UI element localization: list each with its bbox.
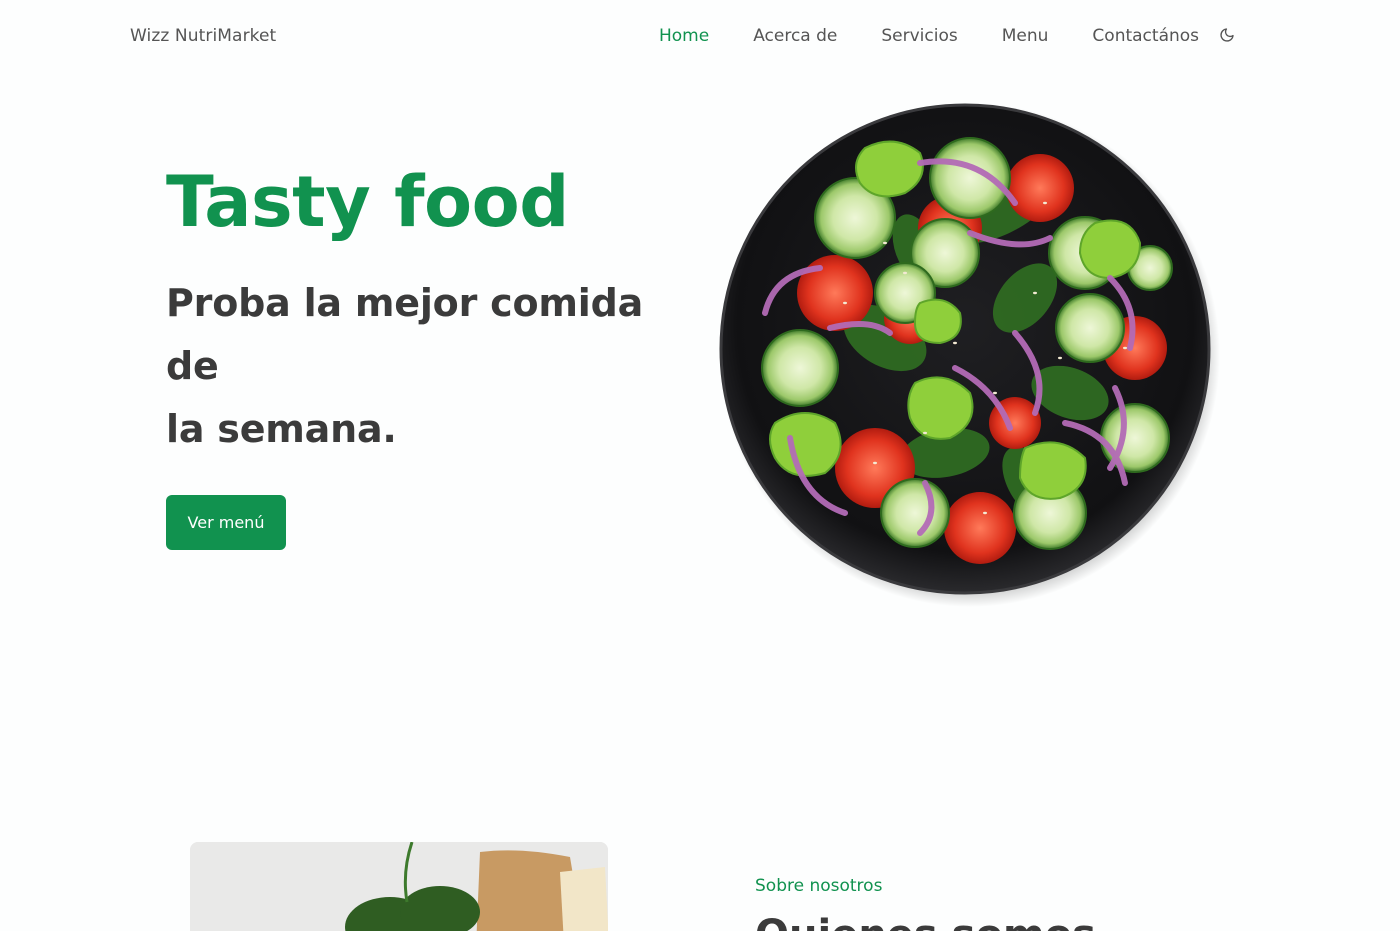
about-image bbox=[190, 842, 608, 931]
nav-item-acerca-de[interactable]: Acerca de bbox=[753, 26, 837, 46]
nav-item-menu[interactable]: Menu bbox=[1002, 26, 1049, 46]
view-menu-button[interactable]: Ver menú bbox=[166, 495, 286, 550]
hero-title: Tasty food bbox=[166, 161, 569, 243]
hero-subtitle-line: de bbox=[166, 344, 219, 388]
nav-item-contactanos[interactable]: Contactános bbox=[1092, 26, 1199, 46]
nav-item-home[interactable]: Home bbox=[659, 26, 709, 46]
hero-subtitle-line: la semana. bbox=[166, 407, 397, 451]
salad-plate-image bbox=[715, 93, 1220, 608]
moon-icon[interactable] bbox=[1217, 25, 1237, 45]
brand-logo[interactable]: Wizz NutriMarket bbox=[130, 26, 276, 46]
hero-subtitle-line: Proba la mejor comida bbox=[166, 281, 644, 325]
hero-subtitle: Proba la mejor comida de la semana. bbox=[166, 272, 646, 461]
page: Wizz NutriMarket Home Acerca de Servicio… bbox=[0, 0, 1400, 931]
main-nav: Home Acerca de Servicios Menu Contactáno… bbox=[659, 26, 1237, 46]
site-header: Wizz NutriMarket Home Acerca de Servicio… bbox=[0, 0, 1400, 72]
about-subtitle: Sobre nosotros bbox=[755, 876, 883, 896]
about-title: Quienes somos bbox=[755, 912, 1096, 931]
nav-item-servicios[interactable]: Servicios bbox=[881, 26, 957, 46]
